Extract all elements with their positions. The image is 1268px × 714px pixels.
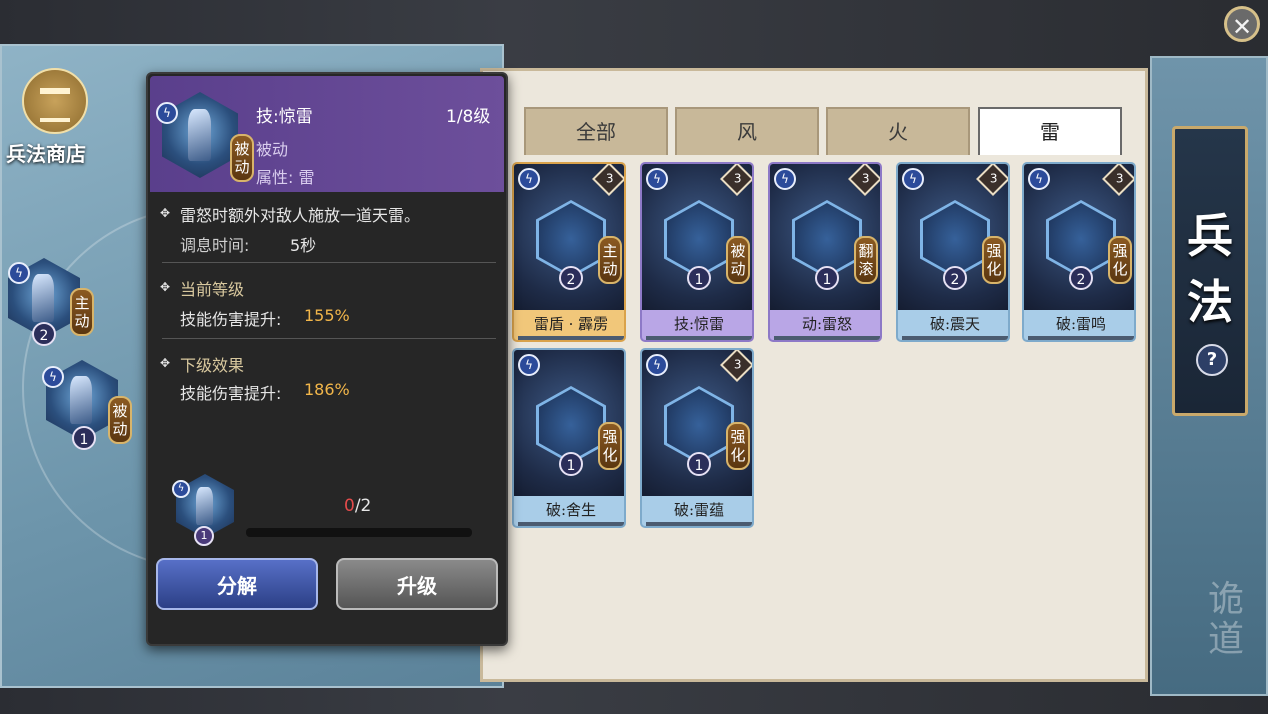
side-title-char: 法 <box>1187 275 1233 329</box>
skill-type: 被动 <box>256 140 289 159</box>
cooldown-value: 5秒 <box>290 236 317 255</box>
lightning-icon: ϟ <box>172 480 190 498</box>
lightning-icon: ϟ <box>518 354 540 376</box>
tab-wind[interactable]: 风 <box>675 107 819 155</box>
card-progress-bar <box>902 336 1008 340</box>
current-level-title: 当前等级 <box>180 280 245 299</box>
card-tag: 翻滚 <box>854 236 878 284</box>
skill-card[interactable]: ϟ 3 主动 2 雷盾 · 霹雳 <box>512 162 626 342</box>
card-progress-bar <box>518 522 624 526</box>
tab-fire[interactable]: 火 <box>826 107 970 155</box>
card-level: 1 <box>687 266 711 290</box>
skill-detail-tooltip: ϟ 被动 技:惊雷 1/8级 被动 属性: 雷 ✥ 雷怒时额外对敌人施放一道天雷… <box>146 72 508 646</box>
node-level: 1 <box>72 426 96 450</box>
card-name: 技:惊雷 <box>673 315 725 333</box>
upgrade-button[interactable]: 升级 <box>336 558 498 610</box>
tab-thunder[interactable]: 雷 <box>978 107 1122 155</box>
lightning-icon: ϟ <box>8 262 30 284</box>
card-name: 破:雷鸣 <box>1055 315 1107 333</box>
progress-text: 0/2 <box>344 496 372 516</box>
shop-pavilion-icon[interactable] <box>22 68 88 134</box>
skill-name: 技:惊雷 <box>256 107 313 127</box>
skill-card[interactable]: ϟ 3 强化 2 破:雷鸣 <box>1022 162 1136 342</box>
lightning-icon: ϟ <box>1028 168 1050 190</box>
bullet-icon: ✥ <box>160 280 171 294</box>
card-name: 雷盾 · 霹雳 <box>533 315 609 333</box>
node-tag: 主动 <box>70 288 94 336</box>
watermark-text: 诡道 <box>1208 579 1245 660</box>
lightning-icon: ϟ <box>646 168 668 190</box>
lightning-icon: ϟ <box>774 168 796 190</box>
bullet-icon: ✥ <box>160 356 171 370</box>
divider <box>162 262 496 263</box>
divider <box>162 338 496 339</box>
tab-all[interactable]: 全部 <box>524 107 668 155</box>
lightning-icon: ϟ <box>518 168 540 190</box>
tree-node-active[interactable]: ϟ 主动 2 <box>8 258 94 348</box>
skill-card[interactable]: ϟ 强化 1 破:舍生 <box>512 348 626 528</box>
skill-description: 雷怒时额外对敌人施放一道天雷。 <box>180 206 421 225</box>
card-progress-bar <box>646 522 752 526</box>
lightning-icon: ϟ <box>42 366 64 388</box>
card-level: 2 <box>1069 266 1093 290</box>
card-name: 破:舍生 <box>545 501 597 519</box>
card-progress-bar <box>1028 336 1134 340</box>
card-progress-bar <box>774 336 880 340</box>
card-level: 2 <box>943 266 967 290</box>
card-tag: 强化 <box>1108 236 1132 284</box>
lightning-icon: ϟ <box>646 354 668 376</box>
card-tag: 被动 <box>726 236 750 284</box>
card-level: 1 <box>559 452 583 476</box>
side-title-char: 兵 <box>1187 209 1233 263</box>
card-level: 2 <box>559 266 583 290</box>
lightning-icon: ϟ <box>156 102 178 124</box>
node-level: 2 <box>32 322 56 346</box>
card-name: 破:雷蕴 <box>673 501 725 519</box>
card-progress-bar <box>518 336 624 340</box>
bullet-icon: ✥ <box>160 206 171 220</box>
decompose-button[interactable]: 分解 <box>156 558 318 610</box>
tooltip-header: ϟ 被动 技:惊雷 1/8级 被动 属性: 雷 <box>150 76 504 192</box>
owned-count-badge: 1 <box>194 526 214 546</box>
card-tag: 强化 <box>982 236 1006 284</box>
next-effect-label: 技能伤害提升: <box>180 384 282 403</box>
card-tag: 强化 <box>598 422 622 470</box>
tree-node-passive[interactable]: ϟ 被动 1 <box>38 360 132 450</box>
skill-card[interactable]: ϟ 3 强化 1 破:雷蕴 <box>640 348 754 528</box>
progress-bar <box>246 528 472 537</box>
next-level-title: 下级效果 <box>180 356 245 375</box>
close-icon: ✕ <box>1231 13 1253 41</box>
skill-attribute: 属性: 雷 <box>256 168 315 187</box>
card-tag: 主动 <box>598 236 622 284</box>
card-name: 动:雷怒 <box>801 315 853 333</box>
skill-card[interactable]: ϟ 3 强化 2 破:震天 <box>896 162 1010 342</box>
help-button[interactable]: ? <box>1196 344 1228 376</box>
close-button[interactable]: ✕ <box>1224 6 1260 42</box>
shop-label[interactable]: 兵法商店 <box>6 138 116 167</box>
card-name: 破:震天 <box>929 315 981 333</box>
card-tag: 强化 <box>726 422 750 470</box>
cooldown-label: 调息时间: <box>180 236 250 255</box>
skill-level: 1/8级 <box>446 107 491 127</box>
skill-card[interactable]: ϟ 3 被动 1 技:惊雷 <box>640 162 754 342</box>
card-level: 1 <box>815 266 839 290</box>
current-effect-value: 155% <box>304 306 350 325</box>
lightning-icon: ϟ <box>902 168 924 190</box>
card-level: 1 <box>687 452 711 476</box>
card-progress-bar <box>646 336 752 340</box>
current-effect-label: 技能伤害提升: <box>180 310 282 329</box>
node-tag: 被动 <box>108 396 132 444</box>
next-effect-value: 186% <box>304 380 350 399</box>
skill-tag: 被动 <box>230 134 254 182</box>
skill-card[interactable]: ϟ 3 翻滚 1 动:雷怒 <box>768 162 882 342</box>
